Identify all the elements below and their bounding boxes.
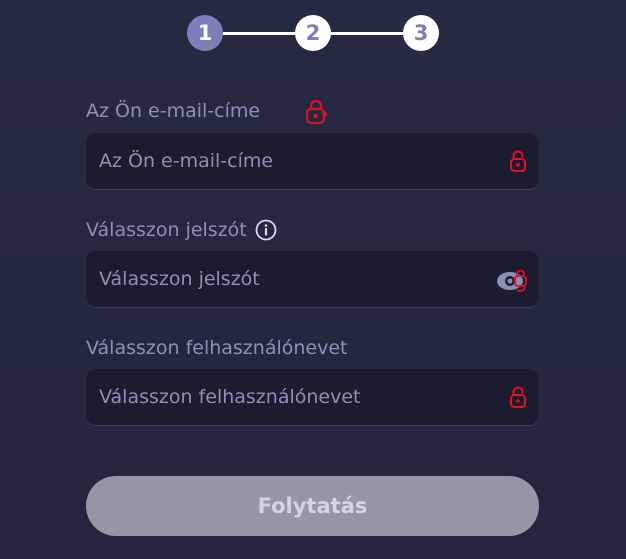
password-label: Válasszon jelszót	[86, 219, 247, 241]
lock-icon	[305, 99, 327, 125]
email-field-container	[86, 133, 539, 190]
lock-icon	[510, 150, 526, 172]
progress-stepper: 1 2 3	[187, 15, 439, 51]
continue-button[interactable]: Folytatás	[86, 476, 539, 536]
username-field-container	[86, 369, 539, 426]
username-input[interactable]	[86, 369, 489, 425]
email-label-row: Az Ön e-mail-címe	[86, 100, 260, 122]
email-label: Az Ön e-mail-címe	[86, 100, 261, 122]
step-2: 2	[295, 15, 331, 51]
step-3: 3	[403, 15, 439, 51]
password-field-container	[86, 251, 539, 308]
username-label: Válasszon felhasználónevet	[86, 337, 348, 359]
stepper-connector	[219, 32, 299, 35]
password-input[interactable]	[86, 251, 489, 307]
email-input[interactable]	[86, 133, 489, 189]
eye-icon[interactable]	[495, 267, 531, 295]
info-icon[interactable]	[255, 219, 277, 241]
stepper-connector	[327, 32, 407, 35]
password-label-row: Válasszon jelszót	[86, 219, 277, 241]
lock-icon	[510, 386, 526, 408]
signup-form-page: 1 2 3 Az Ön e-mail-címe Válasszon jelszó…	[0, 0, 626, 559]
username-label-row: Válasszon felhasználónevet	[86, 337, 347, 359]
step-1: 1	[187, 15, 223, 51]
